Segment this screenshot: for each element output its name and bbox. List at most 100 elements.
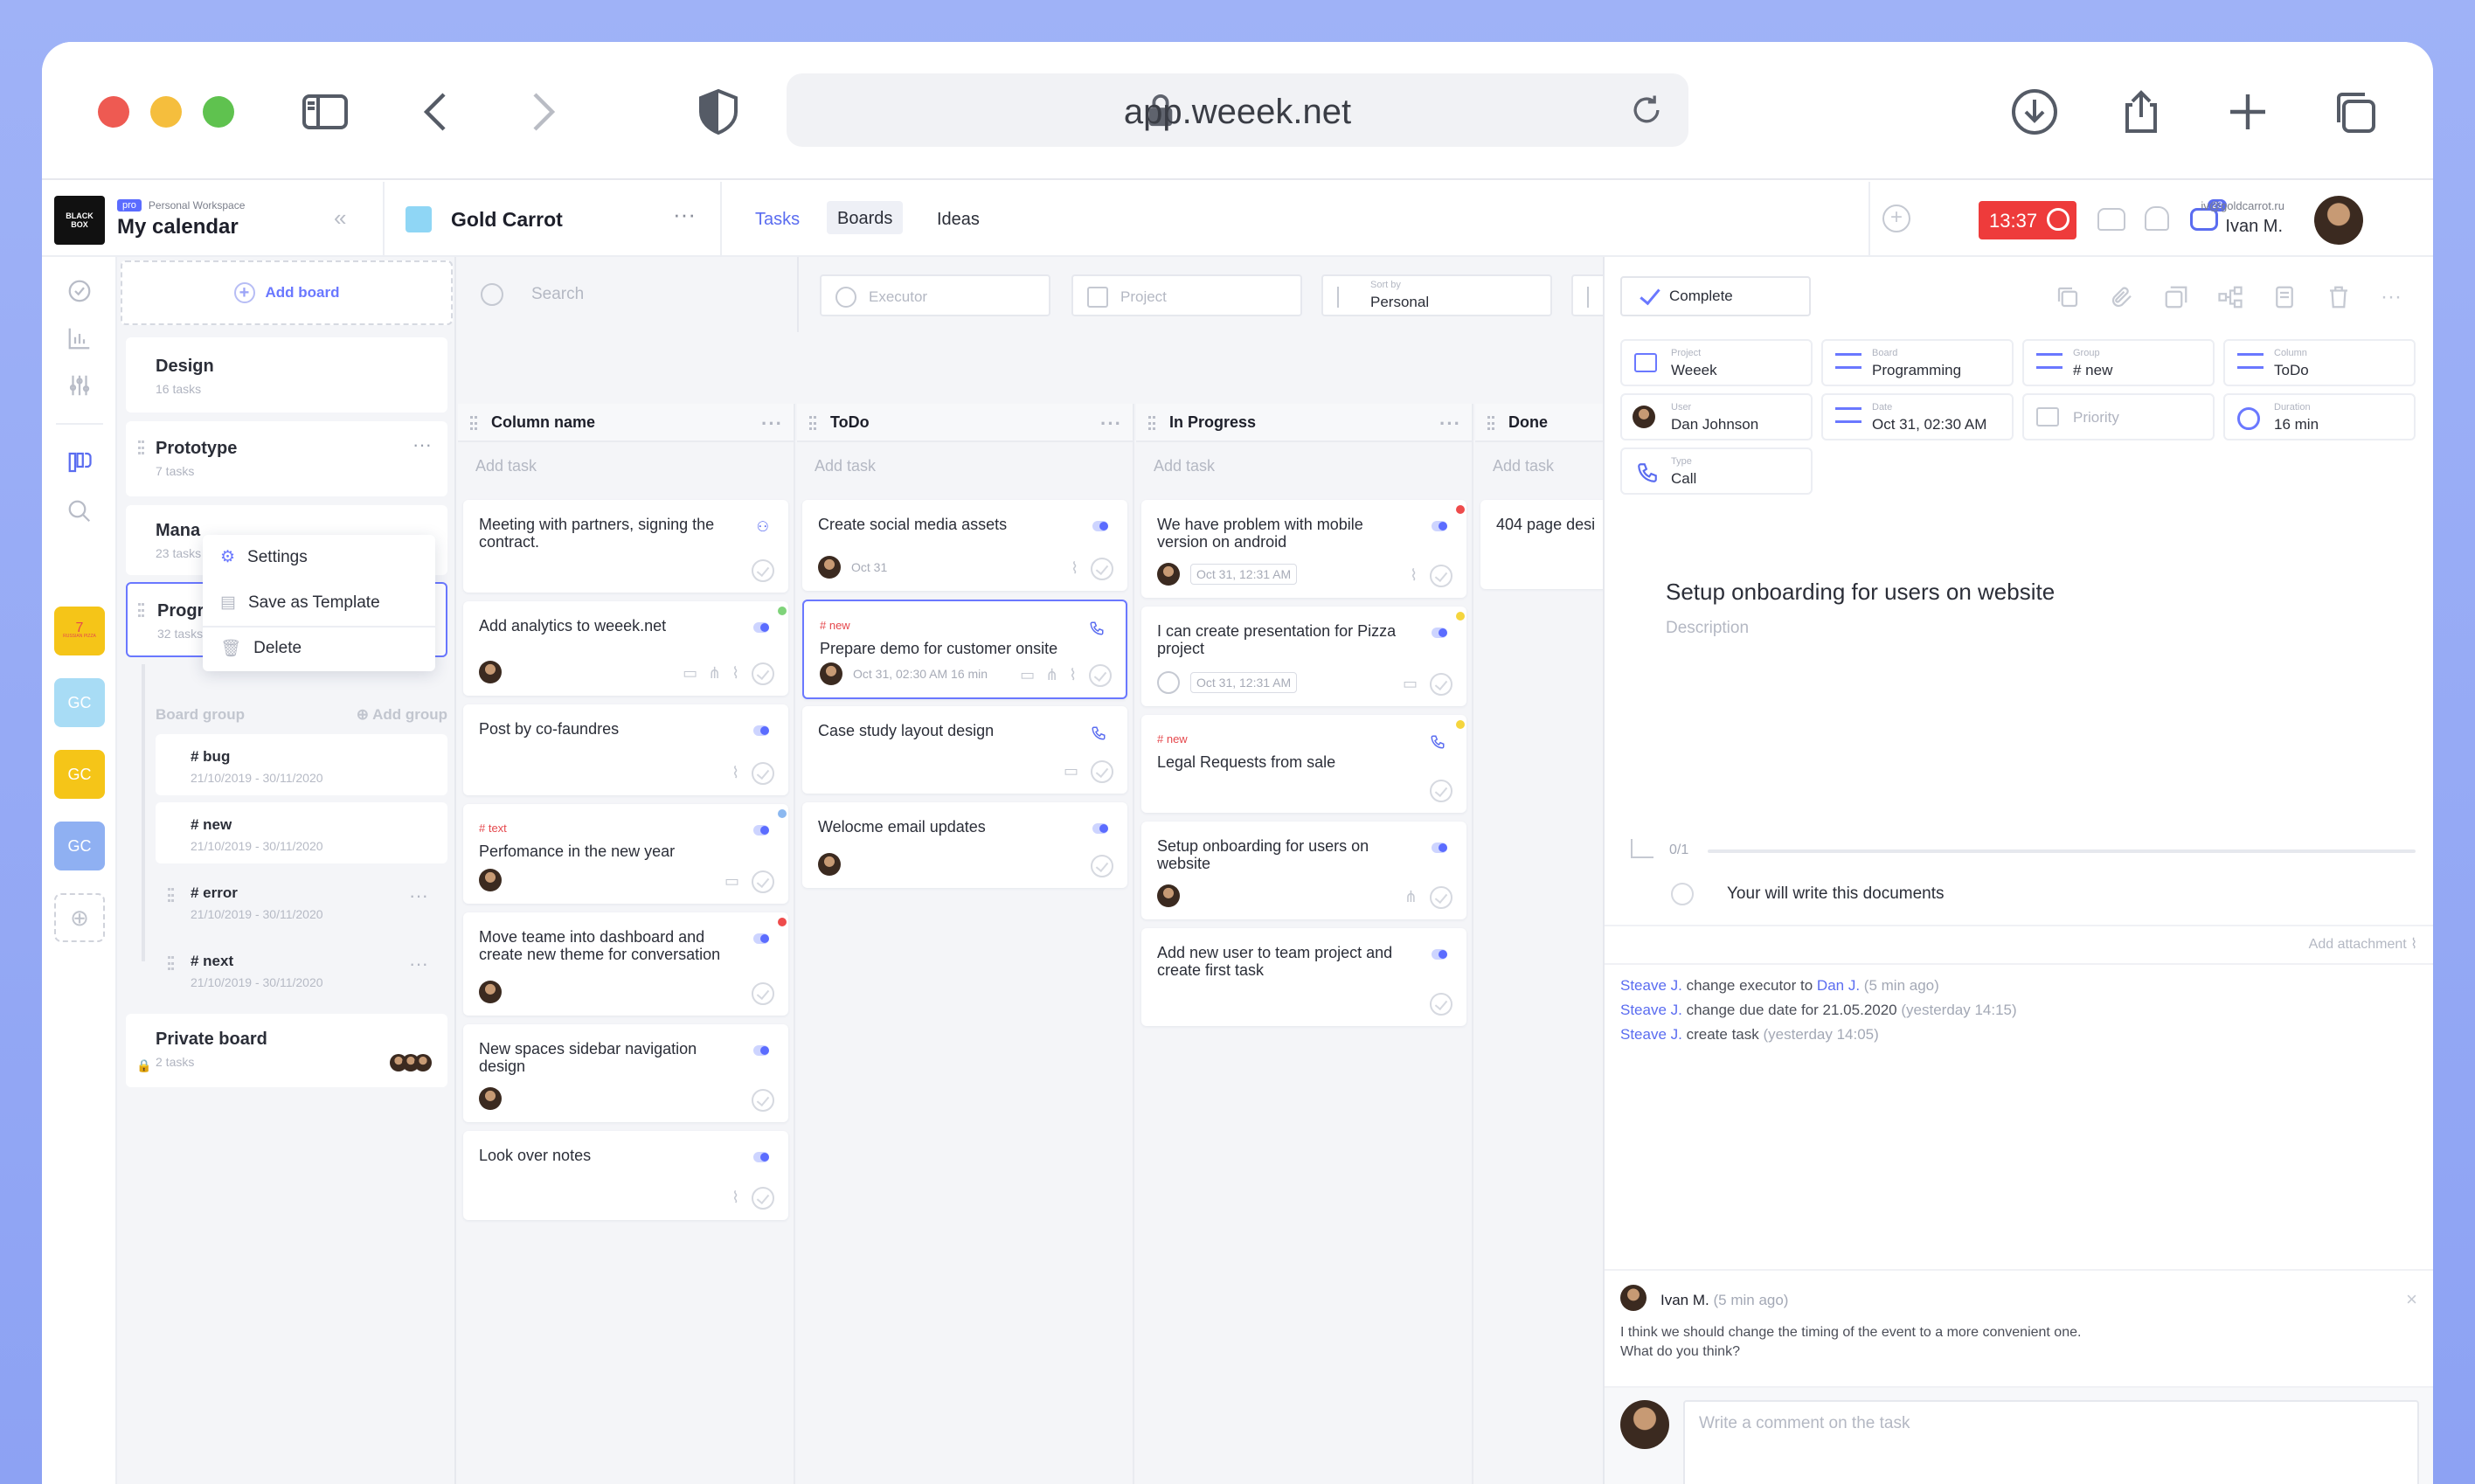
new-tab-icon[interactable] bbox=[2218, 82, 2277, 142]
timer-button[interactable]: 13:37 bbox=[1979, 201, 2076, 239]
field-column[interactable]: Column ToDo bbox=[2223, 339, 2416, 386]
task-card[interactable]: I can create presentation for Pizza proj… bbox=[1141, 607, 1466, 706]
group-next[interactable]: # next 21/10/2019 - 30/11/2020 ··· bbox=[156, 939, 447, 1000]
add-task-button[interactable]: Add task bbox=[797, 442, 1133, 489]
toggle-icon[interactable] bbox=[1432, 843, 1447, 853]
add-group-button[interactable]: ⊕ Add group bbox=[357, 706, 447, 724]
complete-check-icon[interactable] bbox=[1091, 760, 1113, 783]
complete-check-icon[interactable] bbox=[752, 1089, 774, 1112]
toggle-icon[interactable] bbox=[753, 933, 769, 944]
tab-boards[interactable]: Boards bbox=[827, 201, 904, 234]
column-header[interactable]: Done bbox=[1475, 404, 1603, 442]
user-name[interactable]: Ivan M. bbox=[2225, 217, 2283, 237]
workspace-pizza[interactable]: 7 RUSSIAN PIZZA bbox=[54, 607, 105, 655]
complete-check-icon[interactable] bbox=[1091, 558, 1113, 580]
menu-settings[interactable]: ⚙ Settings bbox=[220, 547, 308, 567]
project-more-icon[interactable]: ··· bbox=[673, 201, 696, 228]
comment-input[interactable]: Write a comment on the task bbox=[1683, 1400, 2419, 1484]
add-task-button[interactable]: Add task bbox=[458, 442, 794, 489]
group-new[interactable]: # new 21/10/2019 - 30/11/2020 bbox=[156, 802, 447, 863]
field-type[interactable]: Type Call bbox=[1620, 447, 1813, 495]
column-more-icon[interactable]: ··· bbox=[1439, 413, 1461, 435]
rating-icon[interactable] bbox=[2097, 208, 2125, 231]
task-card[interactable]: We have problem with mobile version on a… bbox=[1141, 500, 1466, 598]
complete-check-icon[interactable] bbox=[752, 559, 774, 582]
complete-check-icon[interactable] bbox=[752, 982, 774, 1005]
task-card[interactable]: Create social media assets Oct 31 ⌇ bbox=[802, 500, 1127, 591]
duplicate-icon[interactable] bbox=[2159, 280, 2194, 315]
complete-check-icon[interactable] bbox=[1430, 673, 1452, 696]
minimize-window-button[interactable] bbox=[150, 96, 182, 128]
complete-check-icon[interactable] bbox=[752, 870, 774, 893]
task-card[interactable]: New spaces sidebar navigation design bbox=[463, 1024, 788, 1122]
group-more-icon[interactable]: ··· bbox=[409, 953, 428, 975]
task-card[interactable]: Look over notes ⌇ bbox=[463, 1131, 788, 1220]
address-bar[interactable]: app.weeek.net bbox=[787, 73, 1688, 147]
task-card[interactable]: Meeting with partners, signing the contr… bbox=[463, 500, 788, 593]
toggle-icon[interactable] bbox=[753, 1045, 769, 1056]
workspace-logo[interactable]: BLACK BOX bbox=[54, 196, 105, 245]
add-task-button[interactable]: Add task bbox=[1136, 442, 1472, 489]
toggle-icon[interactable] bbox=[1432, 628, 1447, 638]
add-workspace-icon[interactable]: ⊕ bbox=[54, 893, 105, 942]
task-card[interactable]: Welocme email updates bbox=[802, 802, 1127, 888]
add-attachment-button[interactable]: Add attachment ⌇ bbox=[2309, 935, 2417, 953]
toggle-icon[interactable] bbox=[1432, 521, 1447, 531]
sort-filter[interactable]: Sort by Personal bbox=[1321, 274, 1552, 316]
workspace-gc-3[interactable]: GC bbox=[54, 822, 105, 870]
task-description[interactable]: Description bbox=[1666, 619, 1749, 638]
sidebar-toggle-icon[interactable] bbox=[295, 82, 355, 142]
forward-icon[interactable] bbox=[512, 82, 572, 142]
board-prototype[interactable]: Prototype 7 tasks ··· bbox=[126, 421, 447, 496]
executor-filter[interactable]: Executor bbox=[820, 274, 1050, 316]
field-board[interactable]: Board Programming bbox=[1821, 339, 2014, 386]
field-user[interactable]: User Dan Johnson bbox=[1620, 393, 1813, 440]
copy-icon[interactable] bbox=[2050, 280, 2085, 315]
close-window-button[interactable] bbox=[98, 96, 129, 128]
field-date[interactable]: Date Oct 31, 02:30 AM bbox=[1821, 393, 2014, 440]
share-icon[interactable] bbox=[2111, 82, 2171, 142]
bell-icon[interactable] bbox=[2145, 206, 2169, 231]
maximize-window-button[interactable] bbox=[203, 96, 234, 128]
project-title[interactable]: Gold Carrot bbox=[451, 208, 563, 232]
column-more-icon[interactable]: ··· bbox=[761, 413, 783, 435]
menu-delete[interactable]: 🗑 Delete bbox=[220, 638, 302, 659]
workspace-name[interactable]: My calendar bbox=[117, 215, 239, 239]
complete-check-icon[interactable] bbox=[1089, 664, 1112, 687]
column-header[interactable]: Column name ··· bbox=[458, 404, 794, 442]
collapse-sidebar-icon[interactable]: « bbox=[334, 205, 346, 232]
toggle-icon[interactable] bbox=[753, 622, 769, 633]
subtask-check-icon[interactable] bbox=[1671, 883, 1694, 905]
analytics-icon[interactable] bbox=[59, 318, 100, 358]
shield-icon[interactable] bbox=[689, 82, 748, 142]
complete-check-icon[interactable] bbox=[1430, 780, 1452, 802]
group-bug[interactable]: # bug 21/10/2019 - 30/11/2020 bbox=[156, 734, 447, 795]
add-task-button[interactable]: Add task bbox=[1475, 442, 1603, 489]
tasks-check-icon[interactable] bbox=[59, 271, 100, 311]
activity-user[interactable]: Steave J. bbox=[1620, 977, 1682, 994]
field-group[interactable]: Group # new bbox=[2022, 339, 2215, 386]
workspace-gc-2[interactable]: GC bbox=[54, 750, 105, 799]
search-icon[interactable] bbox=[59, 491, 100, 531]
field-project[interactable]: Project Weeek bbox=[1620, 339, 1813, 386]
complete-check-icon[interactable] bbox=[1430, 886, 1452, 909]
group-more-icon[interactable]: ··· bbox=[409, 884, 428, 907]
toggle-icon[interactable] bbox=[1092, 823, 1108, 834]
board-private[interactable]: Private board 🔒 2 tasks bbox=[126, 1014, 447, 1087]
activity-user[interactable]: Steave J. bbox=[1620, 1026, 1682, 1043]
complete-check-icon[interactable] bbox=[1091, 855, 1113, 877]
activity-target[interactable]: Dan J. bbox=[1817, 977, 1860, 994]
tabs-overview-icon[interactable] bbox=[2325, 82, 2384, 142]
task-card[interactable]: 404 page desi bbox=[1480, 500, 1603, 589]
trash-icon[interactable] bbox=[2321, 280, 2356, 315]
workspace-gc-1[interactable]: GC bbox=[54, 678, 105, 727]
complete-check-icon[interactable] bbox=[752, 1187, 774, 1210]
more-icon[interactable]: ··· bbox=[2374, 280, 2409, 315]
complete-check-icon[interactable] bbox=[1430, 565, 1452, 587]
task-card[interactable]: Post by co-faundres ⌇ bbox=[463, 704, 788, 795]
search-field[interactable]: Search bbox=[458, 257, 799, 332]
field-duration[interactable]: Duration 16 min bbox=[2223, 393, 2416, 440]
toggle-icon[interactable] bbox=[753, 725, 769, 736]
back-icon[interactable] bbox=[407, 82, 467, 142]
paperclip-icon[interactable] bbox=[2104, 280, 2139, 315]
